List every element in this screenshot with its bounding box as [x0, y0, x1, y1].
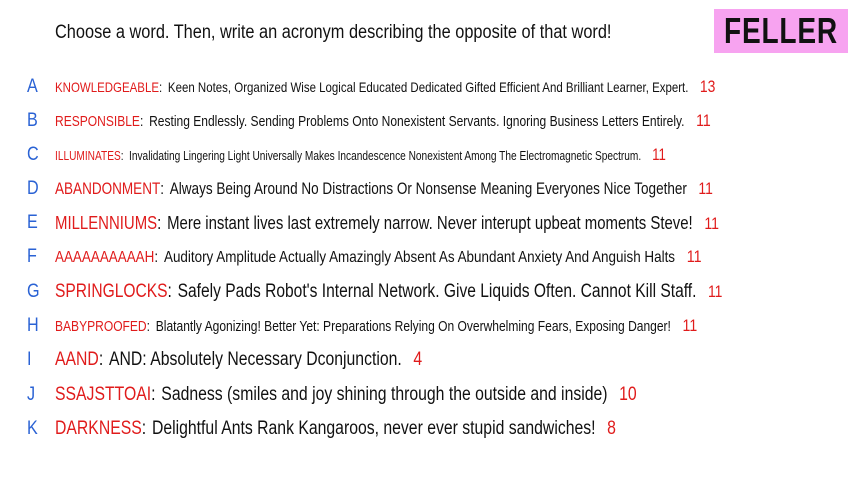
- entry-colon: :: [154, 249, 159, 266]
- entry-content: MILLENNIUMS: Mere instant lives last extr…: [55, 213, 719, 234]
- entry-answer: Always Being Around No Distractions Or N…: [169, 180, 687, 198]
- entry-answer: Delightful Ants Rank Kangaroos, never ev…: [151, 418, 596, 439]
- entry-colon: :: [157, 212, 162, 233]
- entry-score: 4: [413, 349, 423, 370]
- entry-score: 11: [707, 282, 723, 301]
- feller-logo: FELLER: [714, 9, 848, 53]
- entry-colon: :: [141, 418, 147, 439]
- entry-word: KNOWLEDGEABLE: [55, 79, 159, 95]
- entry-word: MILLENNIUMS: [55, 212, 158, 233]
- entry-score: 10: [619, 384, 637, 405]
- entry-content: AAND: AND: Absolutely Necessary Dconjunct…: [55, 349, 422, 371]
- entry-answer: Safely Pads Robot's Internal Network. Gi…: [177, 281, 697, 302]
- entry-word: SPRINGLOCKS: [55, 281, 168, 302]
- entry-letter: H: [27, 315, 39, 336]
- entry-colon: :: [158, 79, 163, 95]
- entry-content: ABANDONMENT: Always Being Around No Distr…: [55, 179, 713, 199]
- entry-colon: :: [151, 384, 156, 405]
- entry-score: 11: [696, 111, 711, 130]
- logo-text: FELLER: [724, 10, 838, 51]
- entry-letter: A: [27, 76, 38, 97]
- entry-answer: Auditory Amplitude Actually Amazingly Ab…: [163, 249, 676, 266]
- entry-answer: Sadness (smiles and joy shining through …: [161, 384, 608, 405]
- entry-answer: Mere instant lives last extremely narrow…: [167, 212, 693, 233]
- entry-answer: AND: Absolutely Necessary Dconjunction.: [109, 349, 402, 370]
- entry-letter: E: [27, 212, 38, 233]
- entry-answer: Resting Endlessly. Sending Problems Onto…: [149, 114, 685, 130]
- entry-word: ABANDONMENT: [55, 180, 161, 198]
- entry-word: RESPONSIBLE: [55, 114, 140, 130]
- entry-colon: :: [120, 148, 124, 163]
- prompt-question: Choose a word. Then, write an acronym de…: [55, 22, 612, 43]
- entry-content: ILLUMINATES: Invalidating Lingering Light…: [55, 145, 666, 165]
- entry-letter: C: [27, 144, 39, 165]
- entry-score: 11: [698, 179, 713, 198]
- entry-content: SPRINGLOCKS: Safely Pads Robot's Internal…: [55, 281, 722, 303]
- entry-colon: :: [160, 180, 165, 198]
- entry-score: 8: [607, 418, 616, 439]
- entry-score: 11: [652, 145, 666, 164]
- entry-answer: Invalidating Lingering Light Universally…: [129, 148, 642, 163]
- entry-letter: I: [27, 349, 32, 370]
- entry-answer: Keen Notes, Organized Wise Logical Educa…: [167, 79, 689, 95]
- entry-word: DARKNESS: [55, 418, 142, 439]
- entry-letter: F: [27, 246, 37, 267]
- entry-letter: J: [27, 384, 36, 405]
- entry-content: AAAAAAAAAAH: Auditory Amplitude Actually …: [55, 247, 702, 267]
- entry-content: RESPONSIBLE: Resting Endlessly. Sending P…: [55, 111, 711, 131]
- entry-word: BABYPROOFED: [55, 319, 147, 335]
- entry-letter: K: [27, 418, 38, 439]
- entry-score: 11: [686, 247, 702, 266]
- entry-colon: :: [98, 349, 104, 370]
- entry-colon: :: [167, 281, 172, 302]
- entry-score: 13: [699, 77, 716, 96]
- entry-score: 11: [704, 213, 719, 233]
- entry-word: SSAJSTTOAI: [55, 384, 152, 405]
- entry-content: BABYPROOFED: Blatantly Agonizing! Better …: [55, 316, 697, 336]
- entry-letter: B: [27, 110, 38, 131]
- entry-word: AAAAAAAAAAH: [55, 249, 155, 266]
- entry-score: 11: [682, 316, 698, 335]
- entry-letter: G: [27, 281, 40, 302]
- entry-answer: Blatantly Agonizing! Better Yet: Prepara…: [155, 319, 671, 335]
- entry-word: ILLUMINATES: [55, 148, 121, 163]
- entry-colon: :: [146, 319, 150, 335]
- entry-word: AAND: [55, 349, 99, 370]
- entry-colon: :: [139, 114, 144, 130]
- entry-content: DARKNESS: Delightful Ants Rank Kangaroos,…: [55, 418, 616, 440]
- entry-letter: D: [27, 178, 39, 199]
- entry-content: KNOWLEDGEABLE: Keen Notes, Organized Wise…: [55, 77, 715, 97]
- entry-content: SSAJSTTOAI: Sadness (smiles and joy shini…: [55, 384, 637, 406]
